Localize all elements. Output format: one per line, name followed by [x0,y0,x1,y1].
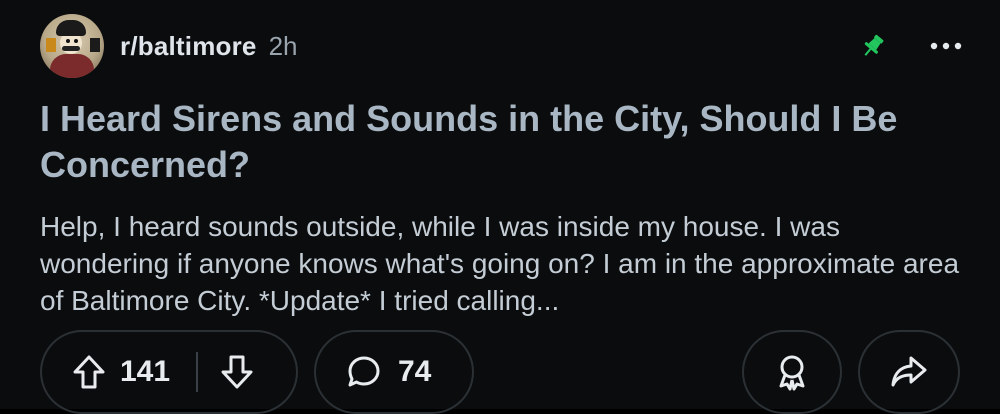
pin-icon [858,31,888,61]
award-icon [772,352,812,392]
comment-bubble-icon [346,354,382,390]
more-options-icon[interactable] [928,31,964,61]
subreddit-avatar[interactable] [40,14,104,78]
action-bar: 141 74 [40,330,960,414]
comments-button[interactable]: 74 [314,330,474,414]
post-timestamp: 2h [268,30,298,61]
post-card[interactable]: r/baltimore 2h I Heard Sirens and Sounds… [0,0,1000,414]
post-header: r/baltimore 2h [40,14,964,78]
award-button[interactable] [742,330,842,414]
upvote-arrow-icon[interactable] [72,354,106,390]
downvote-arrow-icon[interactable] [220,354,254,390]
share-button[interactable] [858,330,960,414]
share-arrow-icon [889,354,929,390]
vote-divider [196,352,199,392]
post-title[interactable]: I Heard Sirens and Sounds in the City, S… [40,96,970,188]
subreddit-name[interactable]: r/baltimore [120,31,257,62]
post-body[interactable]: Help, I heard sounds outside, while I wa… [40,208,965,319]
comment-count: 74 [398,355,432,388]
vote-control: 141 [40,330,298,414]
upvote-count: 141 [120,355,171,388]
